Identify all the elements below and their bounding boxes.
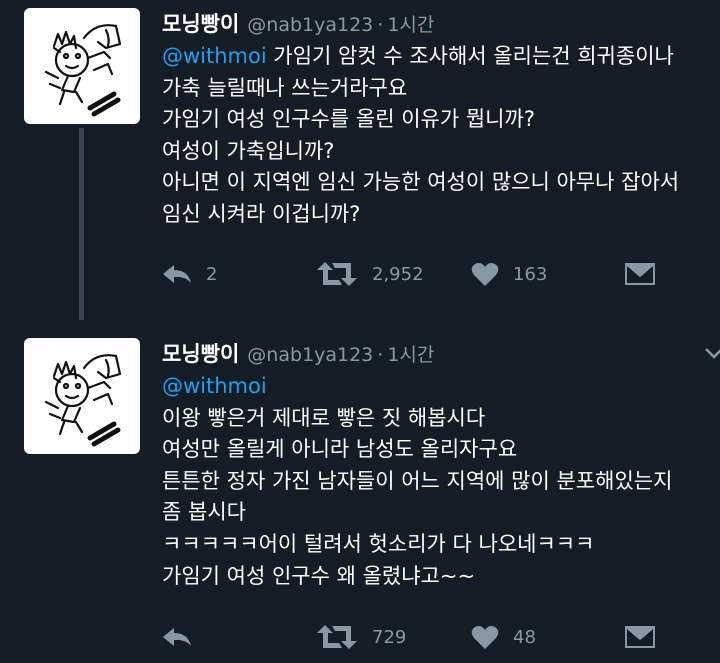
tweet-text-line-4: 튼튼한 정자 가진 남자들이 어느 지역에 많이 분포해있는지 xyxy=(162,468,673,493)
envelope-icon xyxy=(625,263,655,285)
tweet-text: @withmoi 가임기 암컷 수 조사해서 올리는건 희귀종이나 가축 늘릴때… xyxy=(162,41,720,231)
retweet-icon xyxy=(317,262,357,286)
direct-message-button[interactable] xyxy=(624,622,656,652)
avatar-doodle-image xyxy=(44,354,122,447)
mention-link[interactable]: @withmoi xyxy=(162,44,267,68)
tweet-text-line-5: 좀 봅시다 xyxy=(162,500,246,525)
chevron-down-icon[interactable] xyxy=(704,346,720,360)
avatar[interactable] xyxy=(24,8,140,124)
tweet-actions: 729 48 xyxy=(162,622,682,652)
envelope-icon xyxy=(625,626,655,648)
timestamp[interactable]: 1시간 xyxy=(387,344,434,366)
tweet-text: @withmoi 이왕 빻은거 제대로 빻은 짓 해봅시다 여성만 올릴게 아니… xyxy=(162,371,720,592)
display-name[interactable]: 모닝빵이 xyxy=(162,12,239,36)
timestamp[interactable]: 1시간 xyxy=(387,14,434,36)
retweet-button[interactable]: 2,952 xyxy=(316,259,424,289)
reply-button[interactable] xyxy=(162,622,192,652)
mention-link[interactable]: @withmoi xyxy=(162,374,267,398)
tweet-text-line-5: 아니면 이 지역엔 임신 가능한 여성이 많으니 아무나 잡아서 xyxy=(162,170,680,195)
reply-icon xyxy=(163,628,191,646)
tweet-text-line-3: 가임기 여성 인구수를 올린 이유가 뭡니까? xyxy=(162,107,535,132)
tweet-text-line-2: 이왕 빻은거 제대로 빻은 짓 해봅시다 xyxy=(162,405,486,430)
user-handle[interactable]: @nab1ya123 xyxy=(247,14,373,36)
tweet-actions: 2 2,952 163 xyxy=(162,259,682,289)
reply-button[interactable]: 2 xyxy=(162,259,217,289)
tweet-header: 모닝빵이 @nab1ya123 · 1시간 xyxy=(162,8,434,38)
tweet-text-line-1: @withmoi 가임기 암컷 수 조사해서 올리는건 희귀종이나 xyxy=(162,41,720,73)
heart-icon xyxy=(471,625,499,649)
like-button[interactable]: 163 xyxy=(471,259,547,289)
separator-dot: · xyxy=(377,14,384,36)
thread-line xyxy=(79,128,84,320)
separator-dot: · xyxy=(377,344,384,366)
avatar[interactable] xyxy=(24,338,140,454)
retweet-button[interactable]: 729 xyxy=(316,622,406,652)
user-handle[interactable]: @nab1ya123 xyxy=(247,344,373,366)
like-count: 163 xyxy=(513,263,548,285)
avatar-doodle-image xyxy=(44,24,122,117)
direct-message-button[interactable] xyxy=(624,259,656,289)
retweet-count: 729 xyxy=(372,626,407,648)
tweet-text-line-6: ㅋㅋㅋㅋㅋ어이 털려서 헛소리가 다 나오네ㅋㅋㅋ xyxy=(162,531,595,556)
like-count: 48 xyxy=(513,626,536,648)
retweet-count: 2,952 xyxy=(372,263,424,285)
tweet-text-line-3: 여성만 올릴게 아니라 남성도 올리자구요 xyxy=(162,437,518,462)
heart-icon xyxy=(471,262,499,286)
tweet-text-segment: 가임기 암컷 수 조사해서 올리는건 희귀종이나 xyxy=(266,44,674,68)
like-button[interactable]: 48 xyxy=(471,622,536,652)
tweet-text-line-6: 임신 시켜라 이겁니까? xyxy=(162,201,361,226)
retweet-icon xyxy=(317,625,357,649)
display-name[interactable]: 모닝빵이 xyxy=(162,342,239,366)
reply-count: 2 xyxy=(206,263,218,285)
tweet-text-line-2: 가축 늘릴때나 쓰는거라구요 xyxy=(162,75,408,100)
tweet-text-line-7: 가임기 여성 인구수 왜 올렸냐고~~ xyxy=(162,563,476,588)
tweet-text-line-4: 여성이 가축입니까? xyxy=(162,138,335,163)
tweet-header: 모닝빵이 @nab1ya123 · 1시간 xyxy=(162,338,434,368)
tweet-text-line-1: @withmoi xyxy=(162,371,720,403)
reply-icon xyxy=(163,265,191,283)
